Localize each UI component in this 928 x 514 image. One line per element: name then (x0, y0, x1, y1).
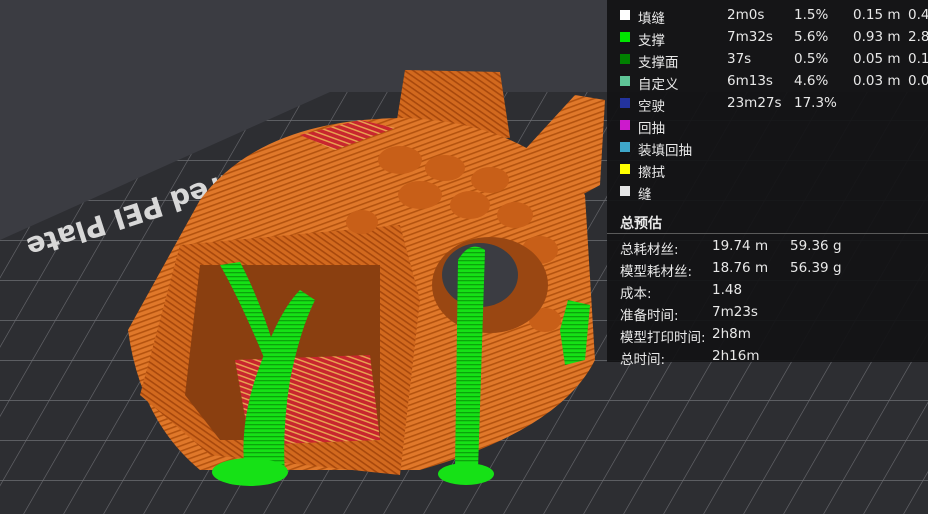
summary-value: 7m23s (712, 304, 758, 320)
legend-name: 自定义 (638, 77, 679, 93)
summary-label: 准备时间: (620, 308, 679, 324)
summary-row-model-filament: 模型耗材丝: 18.76 m 56.39 g (620, 260, 928, 282)
summary-value: 2h8m (712, 326, 751, 342)
legend-length: 0.03 m (853, 73, 901, 89)
summary-title: 总预估 (620, 216, 662, 232)
legend-swatch (620, 32, 630, 42)
summary-label: 模型打印时间: (620, 330, 706, 346)
legend-percent: 4.6% (794, 73, 829, 89)
summary-divider (607, 233, 928, 234)
legend-swatch (620, 98, 630, 108)
legend-time: 7m32s (727, 29, 773, 45)
summary-label: 总耗材丝: (620, 242, 679, 258)
legend-name: 填缝 (638, 11, 665, 27)
summary-label: 成本: (620, 286, 652, 302)
summary-row-cost: 成本: 1.48 (620, 282, 928, 304)
legend-percent: 1.5% (794, 7, 829, 23)
legend-name: 缝 (638, 187, 652, 203)
legend-swatch (620, 10, 630, 20)
legend-weight: 0.0 (908, 73, 928, 89)
legend-name: 装填回抽 (638, 143, 692, 159)
legend-row-wipe[interactable]: 擦拭 (607, 159, 928, 181)
legend-row-deretract[interactable]: 装填回抽 (607, 137, 928, 159)
legend-row-support[interactable]: 支撑 7m32s 5.6% 0.93 m 2.8 (607, 27, 928, 49)
legend-name: 支撑 (638, 33, 665, 49)
summary-label: 总时间: (620, 352, 666, 368)
legend-row-seam[interactable]: 缝 (607, 181, 928, 203)
legend-row-travel[interactable]: 空驶 23m27s 17.3% (607, 93, 928, 115)
legend-percent: 17.3% (794, 95, 837, 111)
legend-length: 0.15 m (853, 7, 901, 23)
legend-length: 0.93 m (853, 29, 901, 45)
summary-row-total-filament: 总耗材丝: 19.74 m 59.36 g (620, 238, 928, 260)
legend-time: 6m13s (727, 73, 773, 89)
legend-swatch (620, 54, 630, 64)
legend-row-support-interface[interactable]: 支撑面 37s 0.5% 0.05 m 0.1 (607, 49, 928, 71)
summary-label: 模型耗材丝: (620, 264, 693, 280)
legend-row-custom[interactable]: 自定义 6m13s 4.6% 0.03 m 0.0 (607, 71, 928, 93)
legend-name: 回抽 (638, 121, 665, 137)
legend-swatch (620, 142, 630, 152)
summary-value: 19.74 m (712, 238, 769, 254)
legend-swatch (620, 186, 630, 196)
summary-value: 1.48 (712, 282, 743, 298)
summary-value-2: 59.36 g (790, 238, 842, 254)
legend-percent: 0.5% (794, 51, 829, 67)
summary-row-model-print-time: 模型打印时间: 2h8m (620, 326, 928, 348)
legend-weight: 2.8 (908, 29, 928, 45)
legend-weight: 0.4 (908, 7, 928, 23)
legend-length: 0.05 m (853, 51, 901, 67)
gcode-stats-panel: 填缝 2m0s 1.5% 0.15 m 0.4 支撑 7m32s 5.6% 0.… (607, 0, 928, 368)
legend-time: 2m0s (727, 7, 765, 23)
legend-swatch (620, 120, 630, 130)
legend-swatch (620, 164, 630, 174)
summary-row-prepare-time: 准备时间: 7m23s (620, 304, 928, 326)
summary-value: 18.76 m (712, 260, 769, 276)
legend-row-retract[interactable]: 回抽 (607, 115, 928, 137)
legend-time: 37s (727, 51, 752, 67)
legend-weight: 0.1 (908, 51, 928, 67)
summary-row-total-time: 总时间: 2h16m (620, 348, 928, 370)
summary-value: 2h16m (712, 348, 760, 364)
legend-name: 支撑面 (638, 55, 679, 71)
legend-percent: 5.6% (794, 29, 829, 45)
legend-name: 擦拭 (638, 165, 665, 181)
summary-value-2: 56.39 g (790, 260, 842, 276)
legend-row-infill-seam[interactable]: 填缝 2m0s 1.5% 0.15 m 0.4 (607, 5, 928, 27)
legend-time: 23m27s (727, 95, 782, 111)
legend-name: 空驶 (638, 99, 665, 115)
legend-swatch (620, 76, 630, 86)
